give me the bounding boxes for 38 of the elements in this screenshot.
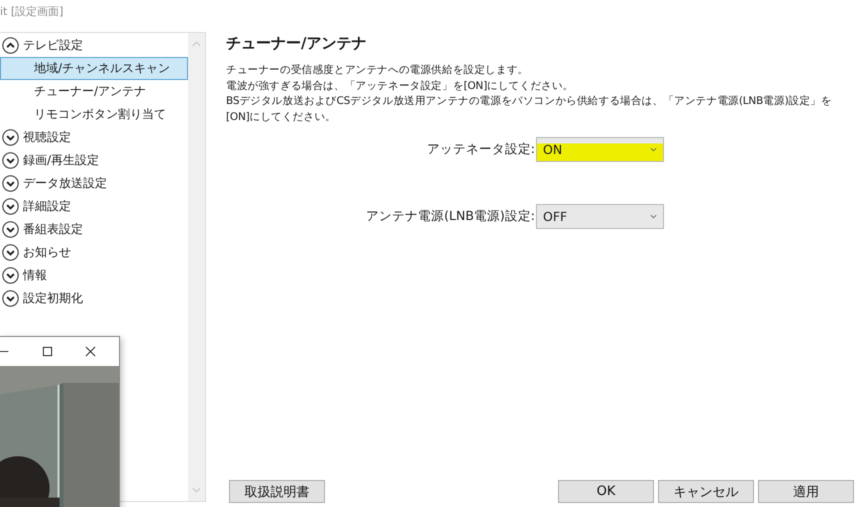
- description-text: BSデジタル放送およびCSデジタル放送用アンテナの電源をパソコンから供給する場合は、「アンテナ電源(LNB電源)設定」を[ON]にしてください。: [226, 94, 833, 124]
- dialog-button[interactable]: OK: [558, 480, 654, 503]
- caret-icon[interactable]: [650, 214, 657, 219]
- expand-icon[interactable]: [2, 221, 19, 238]
- tree-item[interactable]: リモコンボタン割り当て: [0, 103, 188, 126]
- collapse-icon[interactable]: [2, 37, 19, 54]
- tree-item[interactable]: 地域/チャンネルスキャン: [0, 57, 188, 80]
- description-text: 電波が強すぎる場合は、「アッテネータ設定」を[ON]にしてください。: [226, 78, 575, 94]
- tree-item[interactable]: データ放送設定: [0, 172, 188, 195]
- tree-item[interactable]: チューナー/アンテナ: [0, 80, 188, 103]
- maximize-icon[interactable]: [42, 346, 53, 357]
- expand-icon[interactable]: [2, 267, 19, 284]
- expand-icon[interactable]: [2, 290, 19, 307]
- window-title: it [設定画面]: [0, 5, 64, 18]
- tree-item[interactable]: 詳細設定: [0, 195, 188, 218]
- description-text: チューナーの受信感度とアンテナへの電源供給を設定します。: [226, 63, 530, 78]
- tree-item[interactable]: 番組表設定: [0, 218, 188, 241]
- dialog-button[interactable]: 適用: [758, 480, 854, 503]
- tree-item[interactable]: 情報: [0, 264, 188, 287]
- dropdown[interactable]: OFF: [536, 204, 664, 229]
- tree-item[interactable]: テレビ設定: [0, 34, 188, 57]
- setting-label: アッテネータ設定:: [426, 141, 536, 158]
- section-heading: チューナー/アンテナ: [226, 33, 368, 53]
- tree-item[interactable]: お知らせ: [0, 241, 188, 264]
- dialog-button[interactable]: キャンセル: [658, 480, 754, 503]
- close-icon[interactable]: [85, 346, 96, 357]
- manual-button[interactable]: 取扱説明書: [229, 480, 325, 503]
- expand-icon[interactable]: [2, 152, 19, 169]
- caret-icon[interactable]: [650, 147, 657, 152]
- expand-icon[interactable]: [2, 129, 19, 146]
- tree-item[interactable]: 録画/再生設定: [0, 149, 188, 172]
- tree-item[interactable]: 視聴設定: [0, 126, 188, 149]
- tree-item[interactable]: 設定初期化: [0, 287, 188, 310]
- dropdown[interactable]: ON: [536, 137, 664, 162]
- expand-icon[interactable]: [2, 244, 19, 261]
- expand-icon[interactable]: [2, 198, 19, 215]
- setting-label: アンテナ電源(LNB電源)設定:: [365, 208, 536, 225]
- expand-icon[interactable]: [2, 175, 19, 192]
